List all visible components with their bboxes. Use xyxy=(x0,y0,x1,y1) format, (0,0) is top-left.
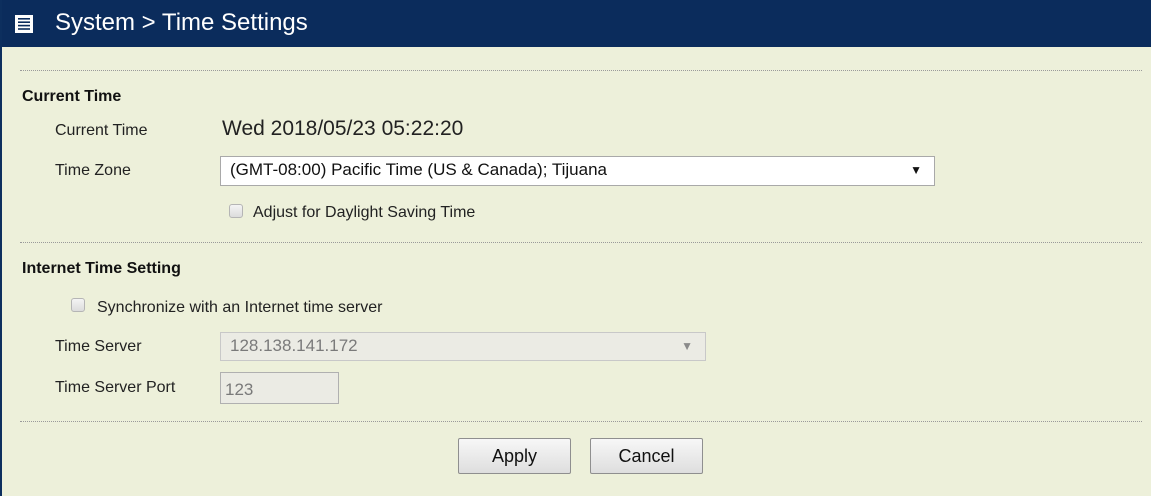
time-zone-select[interactable]: (GMT-08:00) Pacific Time (US & Canada); … xyxy=(220,156,935,186)
divider xyxy=(20,70,1142,71)
section-title-current-time: Current Time xyxy=(22,88,122,105)
section-title-internet-time: Internet Time Setting xyxy=(22,260,181,277)
dst-checkbox-label[interactable]: Adjust for Daylight Saving Time xyxy=(253,204,475,222)
time-zone-selected-value: (GMT-08:00) Pacific Time (US & Canada); … xyxy=(230,160,607,179)
apply-button[interactable]: Apply xyxy=(458,438,571,474)
time-server-select[interactable]: 128.138.141.172 ▼ xyxy=(220,332,706,361)
time-zone-label: Time Zone xyxy=(55,162,131,179)
cancel-button[interactable]: Cancel xyxy=(590,438,703,474)
time-server-selected-value: 128.138.141.172 xyxy=(230,336,358,355)
time-settings-panel: System > Time Settings Current Time Curr… xyxy=(0,0,1151,496)
sync-checkbox[interactable] xyxy=(71,298,85,312)
dropdown-arrow-icon: ▼ xyxy=(910,163,922,177)
divider xyxy=(20,242,1142,243)
dropdown-arrow-icon: ▼ xyxy=(681,339,693,353)
menu-list-icon xyxy=(15,15,33,33)
time-server-label: Time Server xyxy=(55,338,142,355)
divider xyxy=(20,421,1142,422)
page-header: System > Time Settings xyxy=(2,0,1151,47)
current-time-label: Current Time xyxy=(55,122,148,139)
dst-checkbox[interactable] xyxy=(229,204,243,218)
time-server-port-input[interactable] xyxy=(220,372,339,404)
time-server-port-label: Time Server Port xyxy=(55,379,176,396)
page-title: System > Time Settings xyxy=(55,9,308,36)
current-time-value: Wed 2018/05/23 05:22:20 xyxy=(222,117,464,140)
sync-checkbox-label[interactable]: Synchronize with an Internet time server xyxy=(97,299,382,317)
